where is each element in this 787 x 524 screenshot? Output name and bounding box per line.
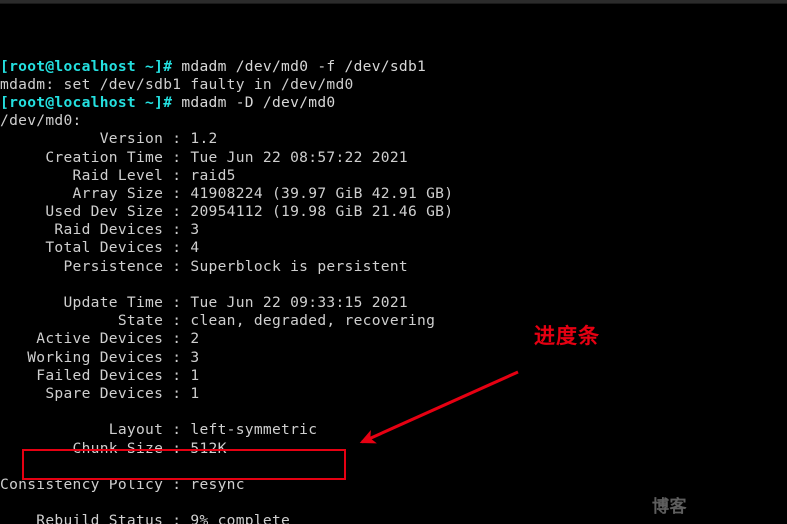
shell-output-text: Update Time : Tue Jun 22 09:33:15 2021 [0,294,408,312]
shell-output-text: Spare Devices : 1 [0,384,200,402]
shell-prompt: [root@localhost ~]# [0,93,173,111]
watermark-text: 博客 [652,497,687,517]
shell-output-text: Failed Devices : 1 [0,366,200,384]
terminal-output-line: mdadm: set /dev/sdb1 faulty in /dev/md0 [0,76,787,94]
terminal-output-line: Active Devices : 2 [0,330,787,348]
shell-output-text: Creation Time : Tue Jun 22 08:57:22 2021 [0,148,408,166]
shell-output-text: Active Devices : 2 [0,330,200,348]
shell-output-text: Total Devices : 4 [0,239,200,257]
shell-command-text: mdadm /dev/md0 -f /dev/sdb1 [172,57,427,75]
terminal-output-line: Update Time : Tue Jun 22 09:33:15 2021 [0,294,787,312]
shell-output-text: Rebuild Status : 9% complete [0,512,291,524]
shell-output-text: /dev/md0: [0,112,82,130]
terminal-output-line: Persistence : Superblock is persistent [0,258,787,276]
terminal-output-line: Layout : left-symmetric [0,421,787,439]
shell-output-text: Raid Devices : 3 [0,221,200,239]
terminal-window: [root@localhost ~]# mdadm /dev/md0 -f /d… [0,0,787,524]
shell-command-text: mdadm -D /dev/md0 [172,93,336,111]
terminal-output-line: State : clean, degraded, recovering [0,312,787,330]
annotation-label-progress-bar: 进度条 [534,324,600,348]
terminal-command-line: [root@localhost ~]# mdadm /dev/md0 -f /d… [0,58,787,76]
terminal-output-line: Array Size : 41908224 (39.97 GiB 42.91 G… [0,185,787,203]
shell-output-text: Persistence : Superblock is persistent [0,257,408,275]
shell-output-text: Raid Level : raid5 [0,166,236,184]
shell-output-text: Working Devices : 3 [0,348,200,366]
terminal-output-line: Total Devices : 4 [0,239,787,257]
terminal-output-line: Version : 1.2 [0,130,787,148]
shell-prompt: [root@localhost ~]# [0,57,173,75]
terminal-output-line: Working Devices : 3 [0,349,787,367]
terminal-command-line: [root@localhost ~]# mdadm -D /dev/md0 [0,94,787,112]
shell-output-text: mdadm: set /dev/sdb1 faulty in /dev/md0 [0,75,354,93]
terminal-output-line: Creation Time : Tue Jun 22 08:57:22 2021 [0,149,787,167]
terminal-output-line: /dev/md0: [0,112,787,130]
shell-output-text: Used Dev Size : 20954112 (19.98 GiB 21.4… [0,203,454,221]
terminal-output-line: Raid Devices : 3 [0,221,787,239]
shell-output-text: State : clean, degraded, recovering [0,312,436,330]
terminal-output-line: Failed Devices : 1 [0,367,787,385]
shell-output-text: Array Size : 41908224 (39.97 GiB 42.91 G… [0,184,454,202]
terminal-output-line: Spare Devices : 1 [0,385,787,403]
shell-output-text: Version : 1.2 [0,130,218,148]
terminal-output-area[interactable]: [root@localhost ~]# mdadm /dev/md0 -f /d… [0,3,787,524]
rebuild-status-highlight-box [22,449,346,480]
terminal-output-line: Used Dev Size : 20954112 (19.98 GiB 21.4… [0,203,787,221]
shell-output-text: Layout : left-symmetric [0,421,318,439]
terminal-output-line: Raid Level : raid5 [0,167,787,185]
